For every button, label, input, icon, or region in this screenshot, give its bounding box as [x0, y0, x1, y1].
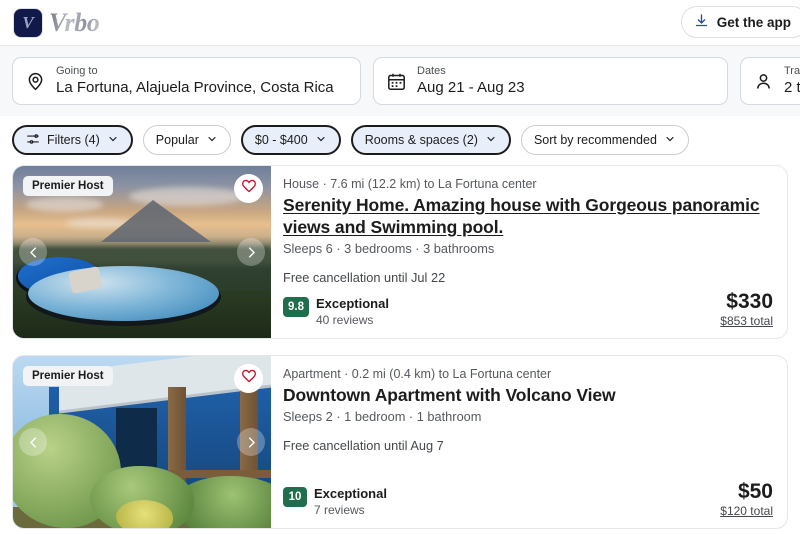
popular-pill-label: Popular: [155, 133, 199, 147]
map-pin-icon: [25, 71, 46, 92]
dates-value: Aug 21 - Aug 23: [417, 79, 525, 96]
get-the-app-label: Get the app: [716, 14, 791, 30]
vrbo-wordmark: Vrbo: [49, 7, 100, 37]
search-results-list: Premier Host House · 7.6 mi (12.2 km) to…: [0, 165, 800, 529]
chevron-down-icon: [107, 133, 119, 148]
listing-price: $50: [737, 480, 773, 503]
search-bar: Going to La Fortuna, Alajuela Province, …: [0, 46, 800, 116]
sliders-icon: [26, 132, 40, 149]
site-header: V Vrbo Get the app: [0, 0, 800, 46]
photo-next-button[interactable]: [237, 238, 265, 266]
filters-pill[interactable]: Filters (4): [12, 125, 133, 155]
destination-label: Going to: [56, 65, 98, 77]
price-range-pill[interactable]: $0 - $400: [240, 125, 341, 155]
photo-prev-button[interactable]: [19, 238, 47, 266]
listing-price-block: $330 $853 total: [720, 290, 773, 328]
chevron-down-icon: [485, 133, 497, 148]
listing-cancellation: Free cancellation until Aug 7: [283, 438, 444, 453]
rating-score-badge: 10: [283, 487, 307, 507]
get-the-app-button[interactable]: Get the app: [680, 6, 800, 38]
heart-icon: [241, 368, 257, 389]
listing-rating: 10 Exceptional 7 reviews: [283, 486, 387, 518]
rating-word: Exceptional: [314, 486, 387, 501]
review-count: 40 reviews: [316, 313, 374, 327]
rooms-and-spaces-pill-label: Rooms & spaces (2): [364, 133, 478, 147]
listing-title-link[interactable]: Downtown Apartment with Volcano View: [283, 384, 773, 406]
download-icon: [694, 13, 709, 31]
destination-value: La Fortuna, Alajuela Province, Costa Ric…: [56, 79, 334, 96]
listing-meta: House · 7.6 mi (12.2 km) to La Fortuna c…: [283, 177, 537, 191]
listing-price: $330: [726, 290, 773, 313]
listing-card[interactable]: Premier Host Apartment · 0.2 mi (0.4 km)…: [12, 355, 788, 529]
favorite-button[interactable]: [234, 174, 263, 203]
chevron-down-icon: [315, 133, 327, 148]
price-range-pill-label: $0 - $400: [254, 133, 308, 147]
listing-details: House · 7.6 mi (12.2 km) to La Fortuna c…: [271, 166, 787, 338]
vrbo-logo[interactable]: V Vrbo: [14, 7, 100, 38]
listing-cancellation: Free cancellation until Jul 22: [283, 270, 446, 285]
photo-prev-button[interactable]: [19, 428, 47, 456]
listing-card[interactable]: Premier Host House · 7.6 mi (12.2 km) to…: [12, 165, 788, 339]
rating-word: Exceptional: [316, 296, 389, 311]
rating-score-badge: 9.8: [283, 297, 309, 317]
filters-pill-label: Filters (4): [47, 133, 100, 147]
popular-pill[interactable]: Popular: [142, 125, 231, 155]
destination-field[interactable]: Going to La Fortuna, Alajuela Province, …: [12, 57, 361, 105]
listing-details: Apartment · 0.2 mi (0.4 km) to La Fortun…: [271, 356, 787, 528]
travelers-field[interactable]: Travelers 2 travelers: [740, 57, 800, 105]
review-count: 7 reviews: [314, 503, 365, 517]
vrbo-logo-letter: V: [22, 13, 34, 32]
dates-field[interactable]: Dates Aug 21 - Aug 23: [373, 57, 728, 105]
listing-rating: 9.8 Exceptional 40 reviews: [283, 296, 389, 328]
sort-pill-label: Sort by recommended: [533, 133, 657, 147]
favorite-button[interactable]: [234, 364, 263, 393]
vrbo-logo-mark-icon: V: [14, 8, 42, 37]
travelers-label: Travelers: [784, 65, 800, 77]
listing-photo[interactable]: Premier Host: [13, 356, 271, 528]
photo-next-button[interactable]: [237, 428, 265, 456]
calendar-icon: [386, 71, 407, 92]
rooms-and-spaces-pill[interactable]: Rooms & spaces (2): [350, 125, 511, 155]
premier-host-badge: Premier Host: [23, 176, 113, 196]
listing-price-total[interactable]: $853 total: [720, 314, 773, 328]
chevron-down-icon: [664, 133, 676, 148]
travelers-value: 2 travelers: [784, 79, 800, 96]
heart-icon: [241, 178, 257, 199]
dates-label: Dates: [417, 65, 446, 77]
listing-price-total[interactable]: $120 total: [720, 504, 773, 518]
chevron-down-icon: [206, 133, 218, 148]
listing-capacity: Sleeps 2 · 1 bedroom · 1 bathroom: [283, 409, 482, 424]
listing-capacity: Sleeps 6 · 3 bedrooms · 3 bathrooms: [283, 241, 495, 256]
listing-photo[interactable]: Premier Host: [13, 166, 271, 338]
listing-title-link[interactable]: Serenity Home. Amazing house with Gorgeo…: [283, 194, 773, 238]
premier-host-badge: Premier Host: [23, 366, 113, 386]
sort-pill[interactable]: Sort by recommended: [520, 125, 689, 155]
listing-price-block: $50 $120 total: [720, 480, 773, 518]
filter-pills-row: Filters (4) Popular $0 - $400 Rooms & sp…: [0, 116, 800, 165]
listing-meta: Apartment · 0.2 mi (0.4 km) to La Fortun…: [283, 367, 552, 381]
person-icon: [753, 71, 774, 92]
